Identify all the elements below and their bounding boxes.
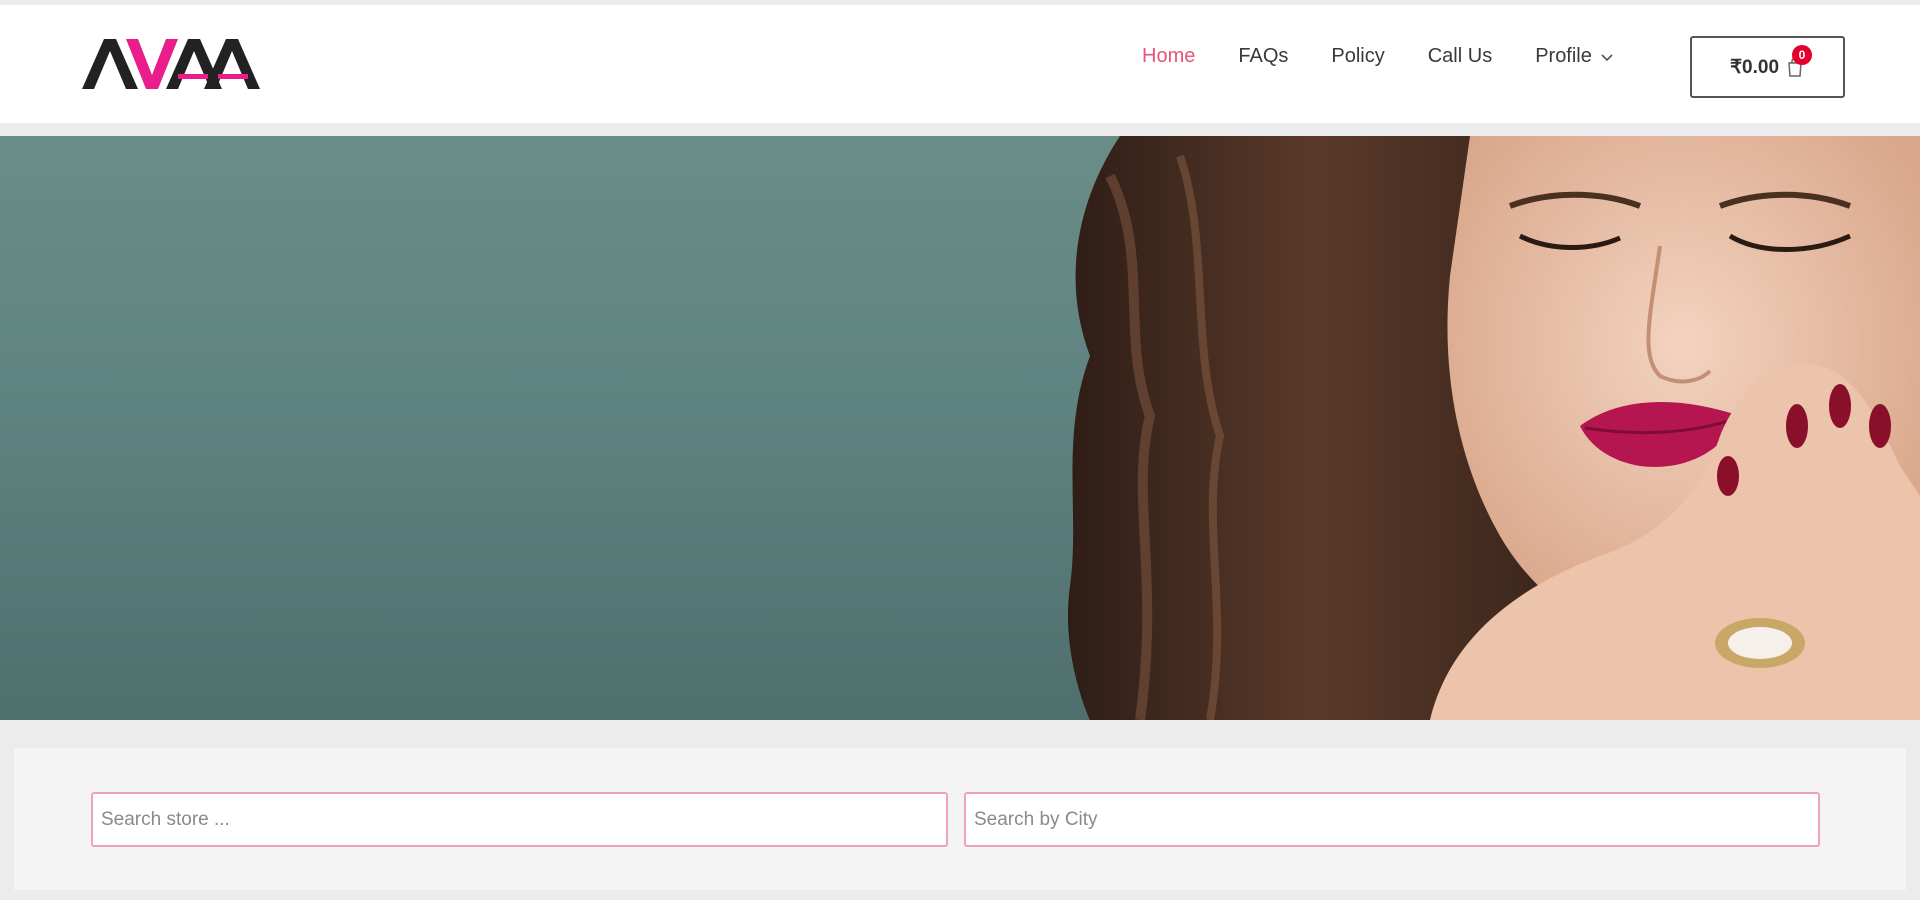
cart-amount: ₹0.00 — [1729, 56, 1780, 78]
site-logo[interactable] — [82, 33, 262, 95]
site-header: Home FAQs Policy Call Us Profile ₹0.00 0 — [0, 5, 1920, 123]
cart-count-badge: 0 — [1792, 45, 1812, 65]
nav-faqs[interactable]: FAQs — [1238, 45, 1288, 68]
hero-image — [1067, 136, 1920, 720]
avaa-logo — [82, 39, 260, 89]
hero-banner — [0, 136, 1920, 720]
main-nav: Home FAQs Policy Call Us Profile — [1142, 45, 1614, 68]
search-store-input[interactable] — [91, 792, 948, 847]
search-city-input[interactable] — [964, 792, 1820, 847]
nav-call-us[interactable]: Call Us — [1428, 45, 1492, 68]
chevron-down-icon[interactable] — [1600, 50, 1614, 64]
nav-home[interactable]: Home — [1142, 45, 1195, 68]
nav-profile-label[interactable]: Profile — [1535, 45, 1592, 68]
nav-policy[interactable]: Policy — [1331, 45, 1384, 68]
cart-button[interactable]: ₹0.00 — [1690, 36, 1845, 98]
nav-profile[interactable]: Profile — [1535, 45, 1614, 68]
